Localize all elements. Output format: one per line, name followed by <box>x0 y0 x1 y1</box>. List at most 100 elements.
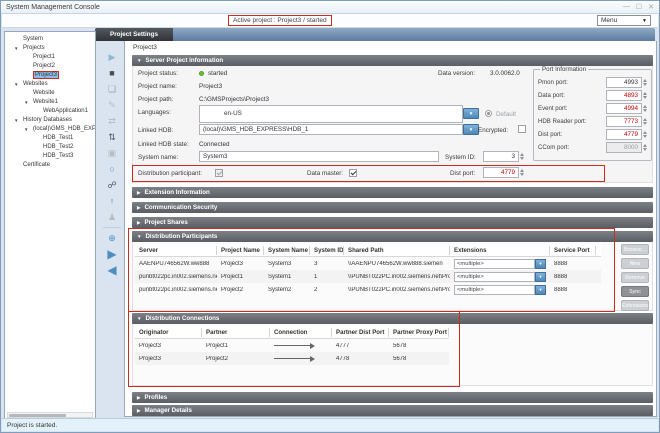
dist-port-stepper[interactable]: 4779 <box>483 167 525 178</box>
start-project-icon[interactable]: ▶ <box>102 49 122 65</box>
refresh-icon[interactable]: ○ <box>102 161 122 177</box>
participants-row-3[interactable]: punbt022pc.in002.siemens.net Project2 Sy… <box>135 283 601 296</box>
tree-item-local-gms-hdb[interactable]: ▼(local)\GMS_HDB_EXPRES <box>5 125 95 134</box>
ccom-port-row: CCom port: 8000 <box>538 141 648 153</box>
stop-project-icon[interactable]: ■ <box>102 65 122 81</box>
section-header-distribution-connections[interactable]: ▼ Distribution Connections <box>132 313 653 324</box>
tree-item-projects[interactable]: ▼Projects <box>5 44 95 53</box>
tree-item-project1[interactable]: Project1 <box>5 53 95 62</box>
tree-item-hdb-test1[interactable]: HDB_Test1 <box>5 134 95 143</box>
spin-down-icon <box>643 83 647 86</box>
edit-icon[interactable]: ✎ <box>102 97 122 113</box>
section-header-distribution-participants[interactable]: ▼ Distribution Participants <box>132 231 653 242</box>
section-header-communication-security[interactable]: ▶ Communication Security <box>132 202 653 213</box>
data-port-stepper[interactable]: 4893 <box>606 90 648 101</box>
hdb-reader-port-stepper[interactable]: 7773 <box>606 116 648 127</box>
extensions-dropdown[interactable]: <multiple> <box>454 259 535 269</box>
data-master-checkbox[interactable] <box>349 169 357 177</box>
spin-up-icon <box>643 92 647 95</box>
tree-item-website1[interactable]: ▼Website1 <box>5 98 95 107</box>
tree-item-certificate[interactable]: Certificate <box>5 161 95 170</box>
upload-icon[interactable]: ↑ <box>102 193 122 209</box>
tree-item-websites[interactable]: ▼Websites <box>5 80 95 89</box>
tree-item-project2[interactable]: Project2 <box>5 62 95 71</box>
tree-expander-icon[interactable]: ▼ <box>14 116 23 125</box>
chevron-down-icon[interactable]: ▼ <box>535 285 546 295</box>
tree-item-website[interactable]: Website <box>5 89 95 98</box>
pmon-port-row: Pmon port: 4993 <box>538 76 648 88</box>
section-header-manager-details[interactable]: ▶ Manager Details <box>132 405 653 416</box>
sort-sync-icon[interactable]: ⇅ <box>102 129 122 145</box>
languages-dropdown-button[interactable]: ▼ <box>463 108 479 119</box>
spin-down-icon <box>643 109 647 112</box>
section-header-project-shares[interactable]: ▶ Project Shares <box>132 217 653 228</box>
remove-button[interactable]: Remove <box>621 272 649 283</box>
pin-icon[interactable]: ♟ <box>102 209 122 225</box>
extensions-dropdown[interactable]: <multiple> <box>454 285 535 295</box>
extensions-button[interactable]: Extensions <box>621 300 649 311</box>
tree-item-hdb-test3[interactable]: HDB_Test3 <box>5 152 95 161</box>
tree-expander-icon[interactable]: ▼ <box>24 125 33 134</box>
data-port-row: Data port: 4893 <box>538 89 648 101</box>
participants-row-1[interactable]: AAENPU746562W.ww888 Project3 System3 3 \… <box>135 257 601 270</box>
menu-dropdown[interactable]: Menu ▼ <box>597 15 651 26</box>
connections-row-2[interactable]: Project3 Project2 4778 5678 <box>135 352 449 365</box>
tree-item-history-databases[interactable]: ▼History Databases <box>5 116 95 125</box>
scrollbar-thumb[interactable] <box>9 414 66 417</box>
section-header-server-project-information[interactable]: ▼ Server Project Information <box>132 55 653 66</box>
tree-item-webapplication1[interactable]: WebApplication1 <box>5 107 95 116</box>
chevron-down-icon: ▼ <box>469 111 473 116</box>
connections-row-1[interactable]: Project3 Project1 4777 5678 <box>135 339 449 352</box>
pmon-port-stepper[interactable]: 4993 <box>606 77 648 88</box>
linked-hdb-combobox[interactable]: (local)\GMS_HDB_EXPRESS\HDB_1 <box>199 124 463 135</box>
languages-listbox[interactable]: en-US <box>199 105 463 123</box>
report-icon[interactable]: ❏ <box>102 81 122 97</box>
spin-down-icon <box>643 96 647 99</box>
spin-up-icon <box>643 144 647 147</box>
section-header-extension-information[interactable]: ▶ Extension Information <box>132 187 653 198</box>
section-header-profiles[interactable]: ▶ Profiles <box>132 392 653 403</box>
dist-port-label: Dist port: <box>450 170 475 177</box>
distribution-participant-checkbox[interactable] <box>215 169 223 177</box>
event-port-stepper[interactable]: 4994 <box>606 103 648 114</box>
connections-table-header: Originator Partner Connection Partner Di… <box>135 326 449 339</box>
linked-hdb-state-value: Connected <box>199 141 229 148</box>
tree-item-project3-selected[interactable]: Project3 <box>5 71 95 80</box>
back-icon[interactable]: ◀ <box>102 262 122 278</box>
chevron-down-icon[interactable]: ▼ <box>535 272 546 282</box>
minimize-icon[interactable]: — <box>623 3 630 11</box>
encrypted-checkbox[interactable] <box>518 125 526 133</box>
spin-up-icon <box>643 118 647 121</box>
chevron-right-icon: ▶ <box>137 408 140 414</box>
add-icon[interactable]: ⊕ <box>102 230 122 246</box>
system-id-stepper[interactable]: 3 <box>483 151 525 162</box>
new-button[interactable]: New <box>621 258 649 269</box>
restore-icon[interactable]: ⇄ <box>102 113 122 129</box>
default-language-radio[interactable] <box>485 110 492 117</box>
distribution-icon[interactable]: ☍ <box>102 177 122 193</box>
spin-up-icon <box>643 105 647 108</box>
tree-expander-icon[interactable]: ▼ <box>14 44 23 53</box>
menu-label: Menu <box>601 17 617 24</box>
project-settings-panel: Project3 ▼ Server Project Information Pr… <box>124 41 657 417</box>
linked-hdb-dropdown-button[interactable]: ▼ <box>463 124 479 135</box>
distribution-connections-body: Originator Partner Connection Partner Di… <box>132 324 653 386</box>
tree-item-hdb-test2[interactable]: HDB_Test2 <box>5 143 95 152</box>
tree-expander-icon[interactable]: ▼ <box>24 98 33 107</box>
tab-project-settings[interactable]: Project Settings <box>95 28 173 41</box>
tree-expander-icon[interactable]: ▼ <box>14 80 23 89</box>
run-icon[interactable]: ▶ <box>102 246 122 262</box>
close-icon[interactable]: ✕ <box>648 3 654 11</box>
save-icon[interactable]: ▣ <box>102 145 122 161</box>
spin-up-icon <box>520 153 524 156</box>
chevron-down-icon[interactable]: ▼ <box>535 259 546 269</box>
dist-port-info-stepper[interactable]: 4779 <box>606 129 648 140</box>
participants-row-2[interactable]: punbt022pc.in002.siemens.net Project1 Sy… <box>135 270 601 283</box>
maximize-icon[interactable]: ☐ <box>636 3 642 11</box>
tree-item-system[interactable]: System <box>5 35 95 44</box>
browse-button[interactable]: Browse... <box>621 244 649 255</box>
sync-button[interactable]: Sync <box>621 286 649 297</box>
extensions-dropdown[interactable]: <multiple> <box>454 272 535 282</box>
chevron-right-icon: ▶ <box>137 220 140 226</box>
system-name-input[interactable]: System3 <box>199 151 439 162</box>
